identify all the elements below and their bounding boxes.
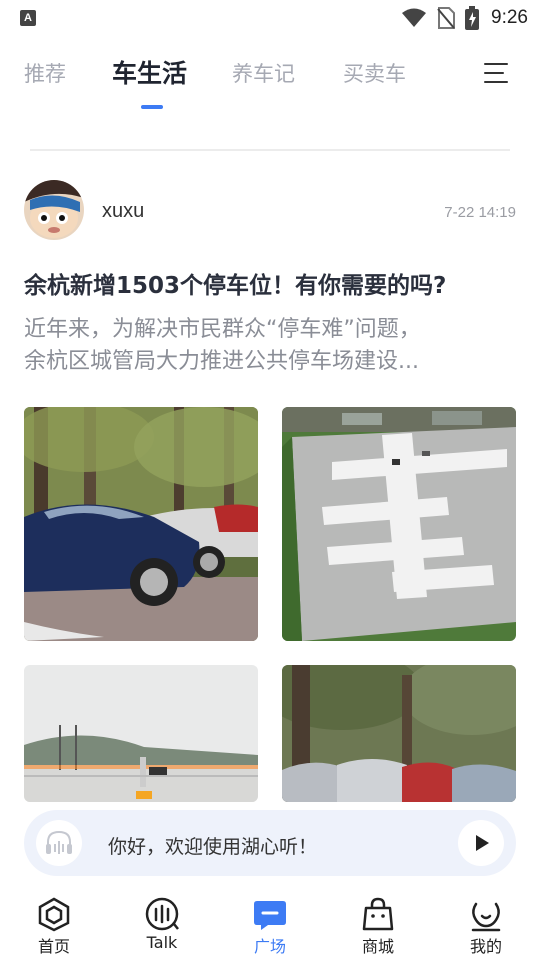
tab-buy-sell-car[interactable]: 买卖车 [343, 58, 406, 88]
nav-square-label: 广场 [253, 937, 286, 956]
battery-charging-icon [465, 6, 480, 30]
square-icon [254, 901, 286, 930]
excerpt-line: 余杭区城管局大力推进公共停车场建设... [24, 349, 419, 374]
shop-icon [362, 897, 394, 931]
nav-home-label: 首页 [37, 937, 70, 956]
active-tab-indicator [141, 105, 163, 109]
clock: 9:26 [491, 7, 528, 28]
nav-talk[interactable]: Talk [122, 888, 202, 958]
play-button[interactable] [458, 820, 504, 866]
profile-icon [471, 902, 501, 932]
status-icons: 9:26 [401, 6, 528, 30]
no-sim-icon [437, 7, 456, 29]
headphones-icon[interactable] [36, 820, 82, 866]
nav-talk-label: Talk [146, 933, 178, 952]
status-bar: A 9:26 [0, 0, 540, 36]
bottom-navigation: 首页 Talk 广场 商城 我的 [0, 888, 540, 960]
post-image-open-parking-area[interactable] [24, 665, 258, 802]
nav-profile-label: 我的 [469, 937, 502, 956]
tab-car-life[interactable]: 车生活 [112, 54, 187, 90]
post-image-aerial-parking-lot[interactable] [282, 407, 516, 641]
notification-icon: A [20, 10, 36, 26]
nav-profile[interactable]: 我的 [446, 888, 526, 958]
post-title[interactable]: 余杭新增1503个停车位！有你需要的吗? [24, 266, 524, 300]
talk-icon [145, 897, 179, 931]
post-timestamp: 7-22 14:19 [444, 204, 516, 221]
nav-home[interactable]: 首页 [14, 888, 94, 958]
divider [30, 149, 510, 151]
nav-square[interactable]: 广场 [230, 888, 310, 958]
tab-recommend[interactable]: 推荐 [24, 58, 66, 88]
post-image-cars-under-trees[interactable] [282, 665, 516, 802]
home-icon [38, 897, 70, 932]
player-greeting: 你好，欢迎使用湖心听！ [108, 836, 318, 858]
audio-player-bar[interactable]: 你好，欢迎使用湖心听！ [24, 810, 516, 876]
excerpt-line: 近年来，为解决市民群众“停车难”问题， [24, 317, 421, 342]
menu-icon[interactable] [482, 60, 512, 88]
tab-car-maintenance[interactable]: 养车记 [232, 58, 295, 88]
post-header: xuxu 7-22 14:19 [24, 180, 516, 242]
post-excerpt[interactable]: 近年来，为解决市民群众“停车难”问题， 余杭区城管局大力推进公共停车场建设... [24, 314, 514, 378]
nav-shop[interactable]: 商城 [338, 888, 418, 958]
post-image-parked-cars[interactable] [24, 407, 258, 641]
username[interactable]: xuxu [102, 200, 144, 223]
avatar[interactable] [24, 180, 84, 240]
category-tabs: 推荐 车生活 养车记 买卖车 [0, 50, 540, 100]
play-icon [476, 835, 489, 851]
wifi-icon [402, 8, 427, 27]
nav-shop-label: 商城 [361, 937, 394, 956]
